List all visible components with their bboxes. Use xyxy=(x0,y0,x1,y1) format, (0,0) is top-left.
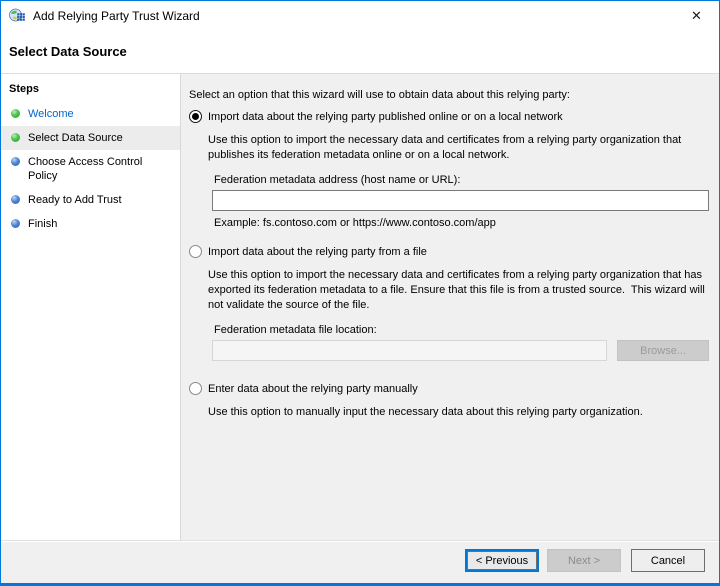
previous-button[interactable]: < Previous xyxy=(465,549,539,572)
option-online-description: Use this option to import the necessary … xyxy=(208,134,685,161)
radio-option-manual[interactable]: Enter data about the relying party manua… xyxy=(189,382,709,396)
step-label: Choose Access Control Policy xyxy=(28,156,143,182)
content-panel: Select an option that this wizard will u… xyxy=(181,74,719,540)
step-completed-bullet-icon xyxy=(11,133,20,142)
next-button: Next > xyxy=(547,549,621,572)
example-text: Example: fs.contoso.com or https://www.c… xyxy=(214,217,496,229)
radio-unselected-icon[interactable] xyxy=(189,382,202,395)
steps-panel: Steps Welcome Select Data Source Choose … xyxy=(1,74,181,540)
federation-metadata-file-label: Federation metadata file location: xyxy=(214,324,377,336)
radio-selected-icon[interactable] xyxy=(189,110,202,123)
radio-unselected-icon[interactable] xyxy=(189,245,202,258)
step-label: Select Data Source xyxy=(28,132,123,144)
browse-button: Browse... xyxy=(617,340,709,361)
radio-option-file[interactable]: Import data about the relying party from… xyxy=(189,245,709,259)
file-location-row: Browse... xyxy=(212,340,709,361)
steps-title: Steps xyxy=(9,83,39,95)
window-title: Add Relying Party Trust Wizard xyxy=(33,9,200,23)
step-label: Welcome xyxy=(28,108,74,120)
step-item-ready-to-add-trust: Ready to Add Trust xyxy=(1,188,180,212)
add-relying-party-trust-wizard-dialog: Add Relying Party Trust Wizard ✕ Select … xyxy=(0,0,720,586)
federation-metadata-file-input xyxy=(212,340,608,361)
step-item-finish: Finish xyxy=(1,212,180,236)
footer-button-bar: < Previous Next > Cancel xyxy=(1,540,719,583)
radio-option-manual-label[interactable]: Enter data about the relying party manua… xyxy=(208,383,418,395)
step-item-select-data-source: Select Data Source xyxy=(1,126,180,150)
step-upcoming-bullet-icon xyxy=(11,195,20,204)
page-title: Select Data Source xyxy=(9,44,127,59)
intro-text: Select an option that this wizard will u… xyxy=(189,89,570,101)
option-file-description: Use this option to import the necessary … xyxy=(208,269,708,311)
radio-option-file-label[interactable]: Import data about the relying party from… xyxy=(208,246,427,258)
close-icon: ✕ xyxy=(691,8,702,23)
step-item-choose-access-control-policy: Choose Access Control Policy xyxy=(1,150,180,188)
federation-metadata-address-input[interactable] xyxy=(212,190,709,211)
federation-metadata-address-label: Federation metadata address (host name o… xyxy=(214,174,461,186)
step-label: Ready to Add Trust xyxy=(28,194,122,206)
radio-option-online-label[interactable]: Import data about the relying party publ… xyxy=(208,111,563,123)
step-item-welcome: Welcome xyxy=(1,102,180,126)
cancel-button[interactable]: Cancel xyxy=(631,549,705,572)
step-upcoming-bullet-icon xyxy=(11,157,20,166)
titlebar: Add Relying Party Trust Wizard ✕ xyxy=(1,1,719,31)
close-button[interactable]: ✕ xyxy=(674,1,719,31)
step-upcoming-bullet-icon xyxy=(11,219,20,228)
radio-option-online[interactable]: Import data about the relying party publ… xyxy=(189,110,709,124)
step-completed-bullet-icon xyxy=(11,109,20,118)
step-label: Finish xyxy=(28,218,58,230)
option-manual-description: Use this option to manually input the ne… xyxy=(208,406,643,418)
wizard-app-icon xyxy=(9,8,25,24)
wizard-header: Select Data Source xyxy=(1,31,719,74)
